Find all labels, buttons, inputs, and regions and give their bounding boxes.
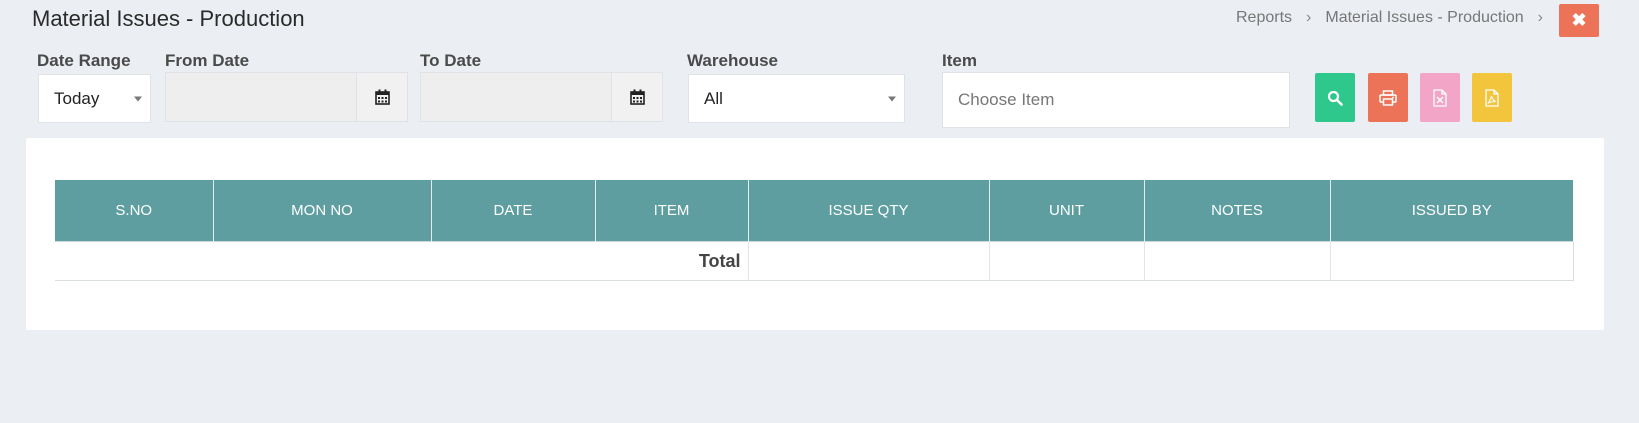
total-unit — [989, 241, 1145, 281]
warehouse-select[interactable]: All — [688, 74, 905, 123]
search-button[interactable] — [1315, 73, 1355, 122]
report-card: S.NO MON NO DATE ITEM ISSUE QTY UNIT NOT… — [26, 138, 1604, 330]
total-issued-by — [1330, 241, 1574, 281]
export-excel-button[interactable] — [1420, 73, 1460, 122]
excel-file-icon — [1433, 88, 1447, 107]
column-header[interactable]: S.NO — [55, 180, 214, 242]
column-header[interactable]: DATE — [431, 180, 596, 242]
print-button[interactable] — [1368, 73, 1408, 122]
to-date-label: To Date — [420, 51, 482, 70]
column-header[interactable]: ITEM — [595, 180, 749, 242]
column-header[interactable]: UNIT — [989, 180, 1145, 242]
date-range-value: Today — [54, 88, 100, 108]
close-button[interactable]: ✖ — [1559, 4, 1599, 37]
page-title: Material Issues - Production — [32, 6, 305, 31]
calendar-icon — [629, 89, 645, 105]
total-notes — [1144, 241, 1331, 281]
export-pdf-button[interactable] — [1472, 73, 1512, 122]
calendar-button[interactable] — [356, 73, 407, 121]
breadcrumb-item-reports[interactable]: Reports — [1236, 9, 1292, 27]
table-header-row: S.NO MON NO DATE ITEM ISSUE QTY UNIT NOT… — [55, 180, 1573, 242]
column-header[interactable]: NOTES — [1144, 180, 1331, 242]
close-icon: ✖ — [1571, 10, 1587, 30]
breadcrumb: Reports › Material Issues - Production › — [1236, 9, 1543, 27]
chevron-down-icon — [134, 96, 142, 101]
total-label: Total — [55, 241, 749, 281]
column-header[interactable]: ISSUE QTY — [748, 180, 990, 242]
breadcrumb-item-current[interactable]: Material Issues - Production — [1325, 9, 1523, 27]
print-icon — [1379, 89, 1397, 106]
column-header[interactable]: MON NO — [213, 180, 432, 242]
chevron-right-icon: › — [1306, 9, 1312, 26]
item-placeholder: Choose Item — [958, 90, 1055, 109]
warehouse-label: Warehouse — [687, 51, 779, 70]
column-header[interactable]: ISSUED BY — [1330, 180, 1573, 242]
item-label: Item — [942, 51, 977, 70]
total-issue-qty — [748, 241, 990, 281]
chevron-down-icon — [888, 96, 896, 101]
chevron-right-icon: › — [1537, 9, 1543, 26]
warehouse-value: All — [704, 88, 723, 108]
pdf-file-icon — [1485, 88, 1499, 107]
date-range-select[interactable]: Today — [38, 74, 151, 123]
total-row: Total — [55, 241, 1574, 281]
to-date-field[interactable] — [420, 72, 663, 122]
report-table: S.NO MON NO DATE ITEM ISSUE QTY UNIT NOT… — [55, 180, 1574, 281]
item-input[interactable]: Choose Item — [942, 72, 1290, 128]
calendar-button[interactable] — [611, 73, 662, 121]
from-date-label: From Date — [165, 51, 250, 70]
date-range-label: Date Range — [37, 51, 131, 70]
search-icon — [1327, 90, 1343, 106]
calendar-icon — [374, 89, 390, 105]
from-date-field[interactable] — [165, 72, 408, 122]
